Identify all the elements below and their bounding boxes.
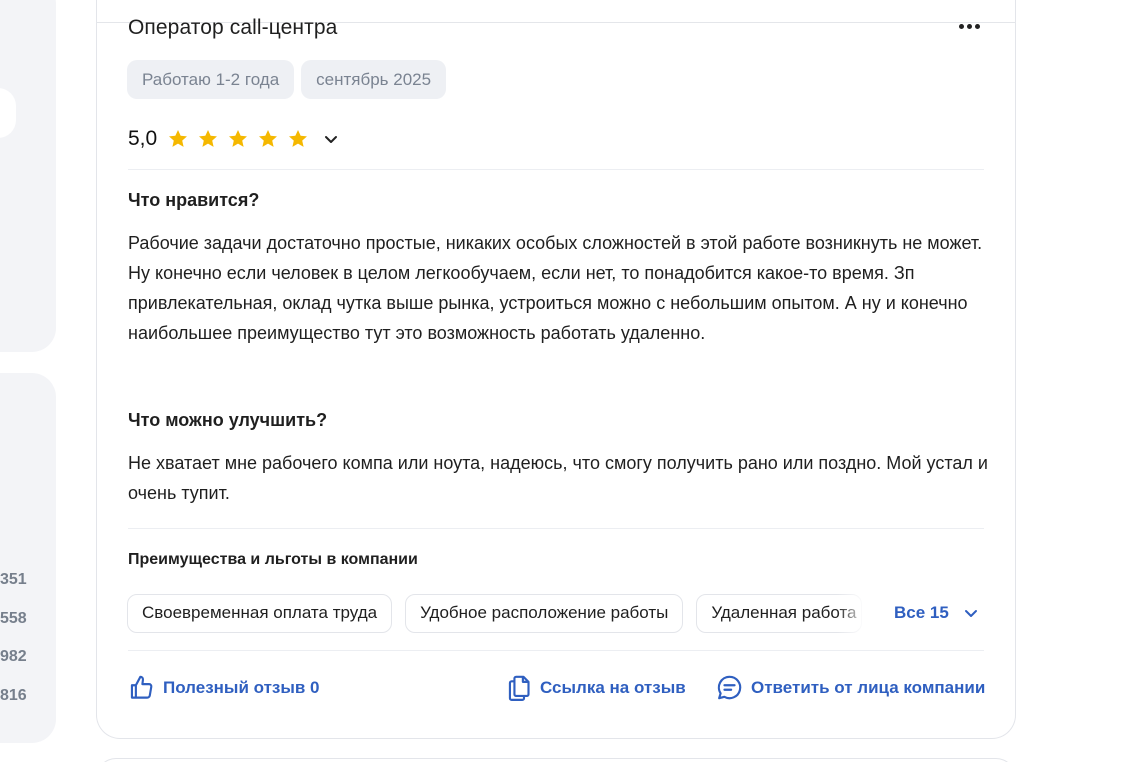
sidebar-card-top bbox=[0, 0, 56, 352]
rating-block: 5,0 bbox=[128, 127, 339, 151]
reply-as-company-button[interactable]: Ответить от лица компании bbox=[716, 674, 985, 701]
copy-link-label: Ссылка на отзыв bbox=[540, 677, 686, 697]
sidebar-stat-number: 558 bbox=[0, 610, 27, 627]
review-title: Оператор call-центра bbox=[128, 16, 338, 39]
sidebar-stat-number: 351 bbox=[0, 571, 27, 588]
show-all-label: Все 15 bbox=[894, 603, 949, 622]
benefits-show-all-button[interactable]: Все 15 bbox=[880, 593, 979, 633]
chevron-down-icon[interactable] bbox=[323, 131, 339, 147]
star-icon bbox=[169, 130, 188, 147]
benefit-chip: Удобное расположение работы bbox=[405, 593, 684, 633]
star-icon bbox=[289, 130, 308, 147]
benefits-heading: Преимущества и льготы в компании bbox=[128, 551, 418, 568]
thumbs-up-icon bbox=[130, 675, 153, 699]
star-icon bbox=[199, 130, 218, 147]
benefits-fade bbox=[837, 593, 867, 633]
copy-link-icon bbox=[508, 675, 530, 701]
star-icon bbox=[229, 130, 248, 147]
chevron-down-icon bbox=[964, 610, 977, 617]
divider bbox=[128, 169, 984, 170]
divider bbox=[128, 528, 984, 529]
copy-link-button[interactable]: Ссылка на отзыв bbox=[507, 674, 686, 701]
review-tags: Работаю 1-2 года сентябрь 2025 bbox=[127, 60, 447, 99]
improve-heading: Что можно улучшить? bbox=[128, 410, 328, 430]
helpful-button[interactable]: Полезный отзыв 0 bbox=[128, 674, 320, 701]
sidebar-stat-number: 982 bbox=[0, 648, 27, 665]
divider bbox=[128, 650, 984, 651]
tag-date: сентябрь 2025 bbox=[301, 60, 447, 99]
more-options-button[interactable] bbox=[955, 16, 983, 36]
star-icon bbox=[259, 130, 278, 147]
likes-heading: Что нравится? bbox=[128, 190, 260, 210]
helpful-label: Полезный отзыв 0 bbox=[163, 677, 320, 697]
more-icon bbox=[958, 23, 980, 29]
reply-label: Ответить от лица компании bbox=[751, 677, 986, 697]
benefit-chip: Своевременная оплата труда bbox=[127, 593, 393, 633]
rating-value: 5,0 bbox=[128, 127, 158, 150]
improve-text: Не хватает мне рабочего компа или ноута,… bbox=[128, 453, 988, 503]
rating-stars bbox=[167, 128, 309, 150]
next-review-card bbox=[96, 758, 1016, 762]
sidebar-avatar bbox=[0, 88, 16, 138]
tag-experience: Работаю 1-2 года bbox=[127, 60, 295, 99]
sidebar-stat-number: 816 bbox=[0, 687, 27, 704]
likes-text: Рабочие задачи достаточно простые, никак… bbox=[128, 233, 983, 343]
page: 351 558 982 816 Оператор call-центра Раб… bbox=[0, 0, 1148, 762]
comment-icon bbox=[717, 675, 742, 700]
